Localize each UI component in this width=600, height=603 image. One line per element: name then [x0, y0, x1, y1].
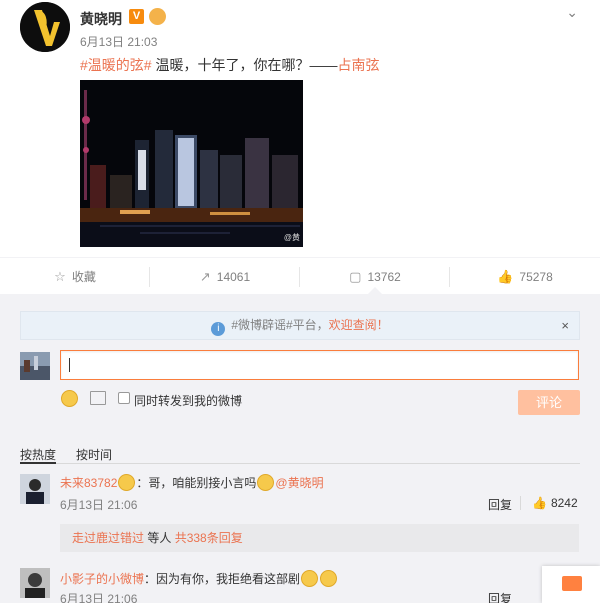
reply-button[interactable]: 回复 [488, 590, 512, 603]
text-cursor [69, 358, 70, 372]
emoji-icon[interactable] [61, 390, 78, 407]
comment-mention[interactable]: @黄晓明 [275, 476, 323, 490]
comment-like-button[interactable]: 👍 8242 [532, 496, 578, 510]
thumbs-up-icon: 👍 [497, 269, 514, 284]
like-button[interactable]: 👍 75278 [450, 258, 600, 295]
comment-icon: ▢ [349, 269, 362, 284]
comment-content: 小影子的小微博：因为有你，我拒绝看这部剧 [60, 570, 338, 587]
post-body: 温暖，十年了，你在哪？—— [151, 57, 338, 73]
message-button[interactable] [542, 566, 600, 603]
notice-text: #微博辟谣#平台， [231, 318, 329, 332]
post-time[interactable]: 6月13日 21:03 [80, 33, 157, 50]
notice-link[interactable]: 欢迎查阅！ [329, 318, 389, 332]
my-avatar [20, 352, 50, 380]
commenter-name[interactable]: 小影子的小微博 [60, 572, 144, 586]
sub-reply-user[interactable]: 走过鹿过错过 [72, 531, 144, 545]
repost-button[interactable]: ↗ 14061 [150, 258, 300, 295]
sub-replies-box[interactable]: 走过鹿过错过 等人 共338条回复 [60, 524, 579, 552]
tab-divider [20, 463, 580, 464]
tab-hot[interactable]: 按热度 [20, 446, 56, 463]
post-text: #温暖的弦# 温暖，十年了，你在哪？——占南弦 [80, 55, 379, 75]
dog-emoji-icon [257, 474, 275, 491]
comment-avatar[interactable] [20, 474, 50, 504]
image-icon[interactable] [90, 391, 106, 405]
repost-count: 14061 [216, 270, 251, 284]
weibo-post: 黄晓明 V ⌄ 6月13日 21:03 #温暖的弦# 温暖，十年了，你在哪？——… [0, 0, 600, 257]
sub-reply-count[interactable]: 共338条回复 [175, 531, 243, 545]
author-avatar[interactable] [20, 2, 70, 52]
sub-reply-text: 等人 [144, 531, 175, 545]
favorite-label: 收藏 [71, 270, 96, 284]
commenter-name[interactable]: 未来83782 [60, 476, 117, 490]
sync-repost-checkbox[interactable] [118, 392, 130, 404]
emoji-icon [320, 570, 338, 587]
comment-text: ：哥，咱能别接小言吗 [136, 476, 257, 490]
tab-time[interactable]: 按时间 [76, 446, 112, 463]
verified-badge-icon: V [129, 9, 144, 24]
comment-time[interactable]: 6月13日 21:06 [60, 590, 137, 603]
mention-link[interactable]: 占南弦 [337, 57, 379, 73]
favorite-button[interactable]: ☆ 收藏 [0, 258, 150, 295]
comment-like-count: 8242 [550, 496, 578, 510]
comments-panel: i #微博辟谣#平台，欢迎查阅！ × 同时转发到我的微博 评论 按热度 按时间 未… [0, 294, 600, 603]
vip-badge-icon [118, 474, 136, 491]
comment-time[interactable]: 6月13日 21:06 [60, 496, 137, 513]
info-icon: i [211, 322, 226, 336]
author-name[interactable]: 黄晓明 [80, 9, 122, 29]
like-count: 75278 [519, 270, 553, 284]
post-image[interactable]: @黄 [80, 80, 303, 247]
submit-comment-button[interactable]: 评论 [518, 390, 580, 415]
tab-active-indicator [20, 462, 56, 464]
thumbs-up-icon: 👍 [532, 496, 547, 510]
comment-pointer [368, 287, 382, 294]
comment-input[interactable] [60, 350, 579, 380]
emoji-icon [301, 570, 319, 587]
vip-badge-icon [149, 8, 166, 25]
topic-link[interactable]: #温暖的弦# [80, 57, 152, 73]
post-action-bar: ☆ 收藏 ↗ 14061 ▢ 13762 👍 75278 [0, 257, 600, 294]
repost-icon: ↗ [199, 269, 211, 284]
reply-button[interactable]: 回复 [488, 496, 512, 513]
sync-repost-label: 同时转发到我的微博 [134, 394, 243, 408]
image-watermark: @黄 [283, 233, 300, 242]
chevron-down-icon[interactable]: ⌄ [566, 4, 578, 21]
comment-count: 13762 [367, 270, 401, 284]
comment-content: 未来83782 ：哥，咱能别接小言吗 @黄晓明 [60, 474, 324, 491]
comment-text: ：因为有你，我拒绝看这部剧 [144, 572, 301, 586]
comment-avatar[interactable] [20, 568, 50, 598]
rumor-notice: i #微博辟谣#平台，欢迎查阅！ × [20, 311, 580, 340]
divider [520, 496, 521, 510]
message-icon [562, 576, 582, 591]
star-icon: ☆ [54, 269, 66, 284]
close-icon[interactable]: × [561, 312, 569, 339]
